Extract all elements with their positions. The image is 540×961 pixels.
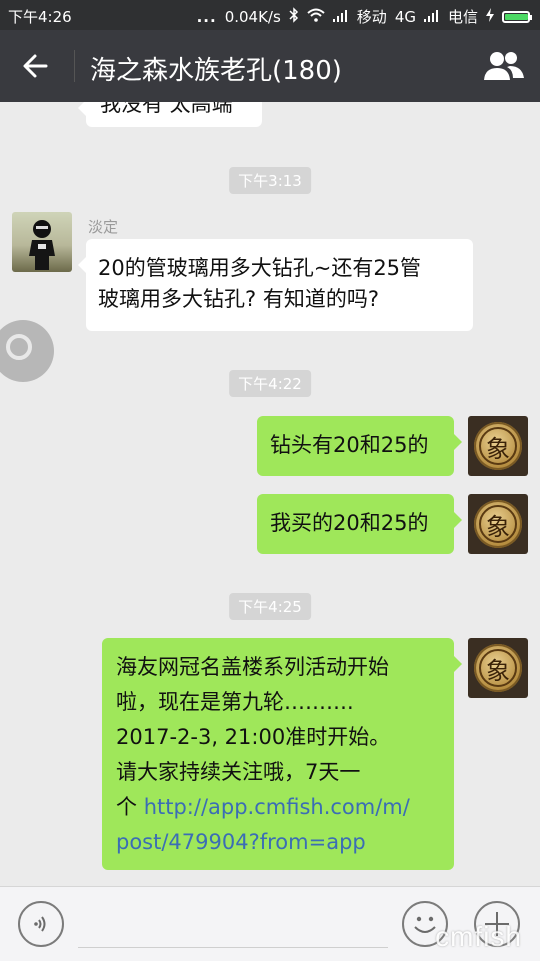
avatar-char: 象 xyxy=(479,505,517,543)
message-bubble-incoming[interactable]: 20的管玻璃用多大钻孔~还有25管 玻璃用多大钻孔? 有知道的吗? xyxy=(78,239,473,331)
avatar-self[interactable]: 象 xyxy=(468,494,528,554)
message-bubble-partial[interactable]: 我没有 太高端 xyxy=(78,102,262,127)
avatar-figure-icon xyxy=(29,220,55,270)
signal-icon-2 xyxy=(423,8,440,26)
message-bubble-outgoing[interactable]: 我买的20和25的 xyxy=(257,494,462,554)
message-line: 请大家持续关注哦，7天一 xyxy=(116,760,361,784)
message-bubble-outgoing[interactable]: 钻头有20和25的 xyxy=(257,416,462,476)
message-link[interactable]: post/479904?from=app xyxy=(116,825,440,860)
message-text: 钻头有20和25的 xyxy=(270,433,429,457)
message-line: 海友网冠名盖楼系列活动开始 xyxy=(116,655,389,679)
chat-area[interactable]: 我没有 太高端 下午3:13 淡定 20的管玻璃用多大钻孔~还有25管 玻璃用多… xyxy=(0,102,540,886)
carrier-2: 电信 xyxy=(447,8,478,26)
chat-title: 海之森水族老孔(180) xyxy=(90,56,342,86)
chess-piece-icon: 象 xyxy=(474,644,522,692)
voice-icon xyxy=(34,916,46,932)
message-line: 个 http://app.cmfish.com/m/ xyxy=(116,790,440,825)
group-icon[interactable] xyxy=(482,48,526,84)
status-time: 下午4:26 xyxy=(8,8,72,26)
message-bubble-outgoing[interactable]: 海友网冠名盖楼系列活动开始 啦，现在是第九轮………. 2017-2-3, 21:… xyxy=(102,638,462,870)
message-text: 我没有 太高端 xyxy=(100,102,233,116)
message-line: 啦，现在是第九轮………. xyxy=(116,690,354,714)
sender-name: 淡定 xyxy=(88,218,119,236)
avatar-self[interactable]: 象 xyxy=(468,416,528,476)
message-line: 20的管玻璃用多大钻孔~还有25管 xyxy=(98,256,422,280)
status-bar: 下午4:26 ... 0.04K/s 移动 4G 电信 xyxy=(0,0,540,30)
charging-icon xyxy=(486,7,494,26)
timestamp: 下午4:25 xyxy=(229,593,311,620)
timestamp: 下午4:22 xyxy=(229,370,311,397)
chat-header: 海之森水族老孔(180) xyxy=(0,30,540,102)
message-line: 玻璃用多大钻孔? 有知道的吗? xyxy=(98,287,379,311)
status-right: ... 0.04K/s 移动 4G 电信 xyxy=(196,6,532,27)
network-speed: 0.04K/s xyxy=(224,7,281,26)
header-divider xyxy=(74,50,75,82)
input-bar: cmfish xyxy=(0,886,540,961)
message-line: 2017-2-3, 21:00准时开始。 xyxy=(116,725,391,749)
message-text: 个 xyxy=(116,795,144,819)
carrier-1: 移动 xyxy=(356,8,387,26)
battery-fill xyxy=(505,13,528,20)
avatar[interactable] xyxy=(12,212,72,272)
arrow-left-icon[interactable] xyxy=(20,48,56,84)
avatar-self[interactable]: 象 xyxy=(468,638,528,698)
battery-icon xyxy=(502,10,532,23)
chess-piece-icon: 象 xyxy=(474,500,522,548)
timestamp: 下午3:13 xyxy=(229,167,311,194)
avatar-char: 象 xyxy=(479,649,517,687)
chess-piece-icon: 象 xyxy=(474,422,522,470)
voice-button[interactable] xyxy=(18,901,64,947)
bluetooth-icon xyxy=(289,6,299,27)
message-link[interactable]: http://app.cmfish.com/m/ xyxy=(144,795,410,819)
avatar-char: 象 xyxy=(479,427,517,465)
status-dots: ... xyxy=(196,7,217,26)
wifi-icon xyxy=(307,8,325,26)
network-type: 4G xyxy=(394,7,416,26)
message-text: 我买的20和25的 xyxy=(270,511,429,535)
signal-icon-1 xyxy=(332,8,349,26)
message-input[interactable] xyxy=(78,947,388,948)
watermark: cmfish xyxy=(435,921,522,952)
